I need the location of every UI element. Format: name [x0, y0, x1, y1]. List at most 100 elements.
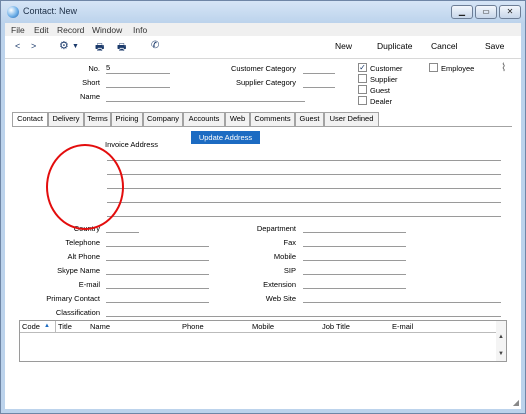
invoice-address-label: Invoice Address: [105, 140, 158, 149]
cancel-button[interactable]: Cancel: [431, 41, 457, 51]
sip-field[interactable]: [303, 264, 406, 275]
grid-col-name[interactable]: Name: [90, 321, 110, 332]
tab-web[interactable]: Web: [225, 112, 250, 126]
employee-checkbox[interactable]: [429, 63, 438, 72]
phone-icon[interactable]: ✆: [151, 40, 159, 51]
resize-grip-icon[interactable]: ◢: [513, 398, 519, 407]
close-icon: ✕: [506, 7, 514, 16]
customer-checkbox[interactable]: ✓: [358, 63, 367, 72]
supplier-category-field[interactable]: [303, 77, 335, 88]
no-label: No.: [88, 64, 100, 73]
duplicate-button[interactable]: Duplicate: [377, 41, 412, 51]
close-button[interactable]: ✕: [499, 5, 521, 19]
maximize-button[interactable]: ▭: [475, 5, 497, 19]
grid-col-title[interactable]: Title: [55, 321, 72, 332]
extension-field[interactable]: [303, 278, 406, 289]
customer-category-field[interactable]: [303, 63, 335, 74]
no-field[interactable]: 5: [106, 63, 170, 74]
address-line-2[interactable]: [107, 174, 501, 175]
tab-pricing[interactable]: Pricing: [111, 112, 143, 126]
short-label: Short: [82, 78, 100, 87]
address-line-1[interactable]: [107, 160, 501, 161]
operations-gear-icon[interactable]: ⚙: [59, 39, 69, 52]
mobile-label: Mobile: [273, 252, 296, 261]
checkmark-icon: ✓: [359, 63, 366, 72]
email-field[interactable]: [106, 278, 209, 289]
web-site-label: Web Site: [265, 294, 296, 303]
grid-col-email[interactable]: E-mail: [392, 321, 413, 332]
tab-guest[interactable]: Guest: [295, 112, 324, 126]
customer-category-label: Customer Category: [230, 64, 296, 73]
toolbar: < > ⚙ ▼ 🖶 🖶 ✆ New Duplicate Cancel Save: [5, 36, 521, 58]
classification-field[interactable]: [106, 306, 501, 317]
menu-info[interactable]: Info: [133, 25, 147, 35]
tab-terms[interactable]: Terms: [84, 112, 111, 126]
employee-label: Employee: [441, 64, 475, 73]
update-address-button[interactable]: Update Address: [191, 131, 260, 144]
skype-name-field[interactable]: [106, 264, 209, 275]
tab-comments[interactable]: Comments: [250, 112, 295, 126]
web-site-field[interactable]: [303, 292, 501, 303]
print-icon[interactable]: 🖶: [95, 40, 104, 57]
toolbar-divider: [5, 58, 521, 59]
telephone-field[interactable]: [106, 236, 209, 247]
app-icon: [7, 6, 19, 18]
address-line-5[interactable]: [107, 216, 501, 217]
sort-ascending-icon[interactable]: ▲: [44, 321, 50, 332]
maximize-icon: ▭: [482, 7, 490, 16]
scroll-up-icon[interactable]: ▲: [498, 334, 504, 340]
sip-label: SIP: [283, 266, 296, 275]
grid-header-divider: [20, 332, 496, 333]
fax-label: Fax: [283, 238, 296, 247]
attachment-icon[interactable]: ⌇: [501, 61, 506, 74]
menu-record[interactable]: Record: [57, 25, 84, 35]
print-preview-icon[interactable]: 🖶: [117, 40, 126, 57]
new-button[interactable]: New: [335, 41, 352, 51]
grid-col-mobile[interactable]: Mobile: [252, 321, 274, 332]
tab-underline: [12, 126, 512, 127]
tab-delivery[interactable]: Delivery: [48, 112, 84, 126]
save-button[interactable]: Save: [485, 41, 504, 51]
customer-label: Customer: [370, 64, 403, 73]
guest-label: Guest: [370, 86, 391, 95]
title-bar: Contact: New ▁ ▭ ✕: [1, 1, 525, 23]
menu-window[interactable]: Window: [92, 25, 122, 35]
address-line-3[interactable]: [107, 188, 501, 189]
guest-checkbox[interactable]: [358, 85, 367, 94]
classification-label: Classification: [55, 308, 100, 317]
tab-contact[interactable]: Contact: [12, 112, 48, 127]
department-field[interactable]: [303, 222, 406, 233]
menu-file[interactable]: File: [11, 25, 25, 35]
tab-company[interactable]: Company: [143, 112, 183, 126]
dropdown-arrow-icon[interactable]: ▼: [72, 43, 79, 50]
primary-contact-field[interactable]: [106, 292, 209, 303]
next-record-icon[interactable]: >: [31, 41, 36, 51]
menu-edit[interactable]: Edit: [34, 25, 49, 35]
mobile-field[interactable]: [303, 250, 406, 261]
telephone-label: Telephone: [65, 238, 100, 247]
department-label: Department: [256, 224, 296, 233]
country-field[interactable]: [106, 222, 139, 233]
grid-scrollbar[interactable]: ▲ ▼: [496, 321, 506, 361]
minimize-icon: ▁: [458, 7, 466, 16]
grid-col-phone[interactable]: Phone: [182, 321, 204, 332]
scroll-down-icon[interactable]: ▼: [498, 351, 504, 357]
alt-phone-field[interactable]: [106, 250, 209, 261]
minimize-button[interactable]: ▁: [451, 5, 473, 19]
tab-accounts[interactable]: Accounts: [183, 112, 225, 126]
dealer-label: Dealer: [370, 97, 393, 106]
address-line-4[interactable]: [107, 202, 501, 203]
red-annotation-circle: [46, 144, 124, 230]
tab-user-defined[interactable]: User Defined: [324, 112, 379, 126]
window-title: Contact: New: [23, 6, 78, 16]
grid-col-job-title[interactable]: Job Title: [322, 321, 350, 332]
previous-record-icon[interactable]: <: [15, 41, 20, 51]
name-label: Name: [79, 92, 100, 101]
fax-field[interactable]: [303, 236, 406, 247]
supplier-checkbox[interactable]: [358, 74, 367, 83]
grid-col-code[interactable]: Code: [22, 321, 40, 332]
name-field[interactable]: [106, 91, 305, 102]
short-field[interactable]: [106, 77, 170, 88]
dealer-checkbox[interactable]: [358, 96, 367, 105]
alt-phone-label: Alt Phone: [67, 252, 100, 261]
